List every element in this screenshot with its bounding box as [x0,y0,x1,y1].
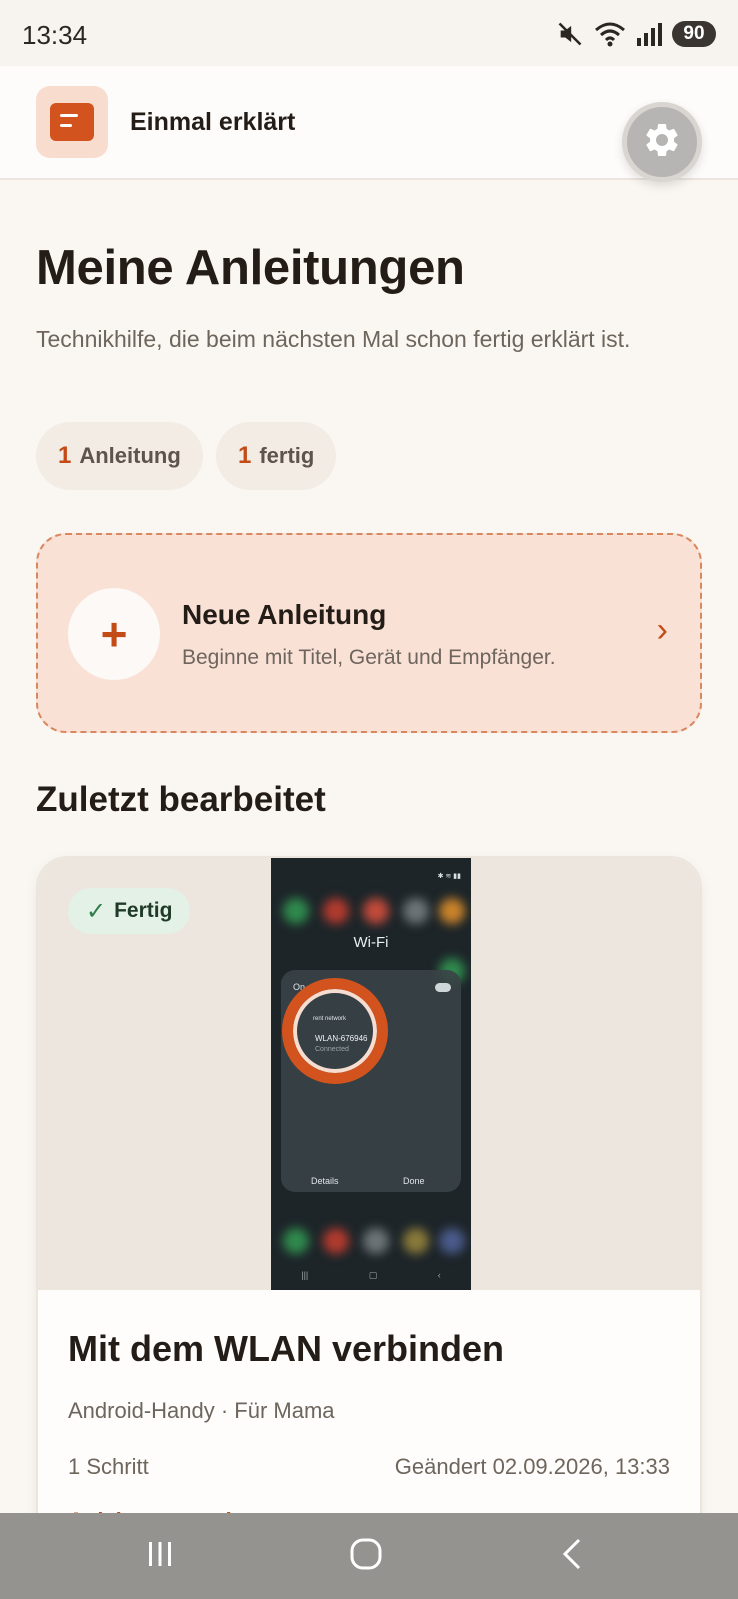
page-title: Meine Anleitungen [36,241,465,295]
recents-icon [145,1539,175,1574]
stat-chip-done: 1 fertig [216,422,337,490]
app-title: Einmal erklärt [130,108,296,136]
mute-icon [556,20,584,48]
battery-indicator: 90 [672,21,716,47]
screenshot-network-status: Connected [315,1046,349,1053]
guide-steps: 1 Schritt [68,1454,149,1479]
stat-label: fertig [259,443,315,468]
screenshot-toggle [435,983,451,992]
signal-icon [636,21,662,47]
plus-icon: + [100,608,128,660]
screenshot-network-name: WLAN-676946 [315,1034,368,1043]
status-badge: ✓ Fertig [68,888,191,934]
highlight-ring [282,978,388,1084]
guide-screenshot: ✱ ≋ ▮▮ Wi-Fi On rent network WLAN-676946… [271,858,471,1290]
guide-title: Mit dem WLAN verbinden [68,1328,505,1369]
status-label: Fertig [114,899,173,922]
screenshot-done: Done [403,1176,425,1186]
stat-count: 1 [58,442,72,469]
new-guide-title: Neue Anleitung [182,599,387,630]
screenshot-current-network: rent network [313,1016,347,1022]
check-icon: ✓ [86,897,107,925]
gear-icon [642,120,682,165]
app-logo [36,86,108,158]
system-nav-bar [0,1513,738,1599]
new-guide-description: Beginne mit Titel, Gerät und Empfänger. [182,646,556,669]
plus-button: + [68,588,160,680]
stat-chip-guides: 1 Anleitung [36,422,203,490]
status-time: 13:34 [22,20,88,50]
guide-meta: Android-Handy · Für Mama [68,1398,335,1423]
stat-label: Anleitung [79,443,181,468]
stat-count: 1 [238,442,252,469]
status-icons: 90 [556,18,716,50]
guide-card[interactable]: ✱ ≋ ▮▮ Wi-Fi On rent network WLAN-676946… [36,856,702,1576]
screenshot-title: Wi-Fi [353,934,389,951]
home-icon [349,1537,383,1576]
section-title-recent: Zuletzt bearbeitet [36,780,326,819]
screenshot-status-icons: ✱ ≋ ▮▮ [437,873,461,880]
guide-preview: ✱ ≋ ▮▮ Wi-Fi On rent network WLAN-676946… [38,858,700,1290]
new-guide-card[interactable]: + Neue Anleitung Beginne mit Titel, Gerä… [36,533,702,733]
chevron-right-icon: › [656,611,668,649]
screenshot-details: Details [311,1176,339,1186]
back-icon [557,1537,587,1576]
guide-updated: Geändert 02.09.2026, 13:33 [394,1454,670,1479]
back-button[interactable] [512,1513,632,1599]
settings-button[interactable] [622,102,702,182]
page-subtitle: Technikhilfe, die beim nächsten Mal scho… [36,326,631,352]
screenshot-nav: ||| ▢ ‹ [301,1270,441,1280]
wifi-icon [594,20,626,48]
status-bar: 13:34 90 [0,0,738,66]
recents-button[interactable] [100,1513,220,1599]
home-button[interactable] [306,1513,426,1599]
book-icon [50,103,94,141]
